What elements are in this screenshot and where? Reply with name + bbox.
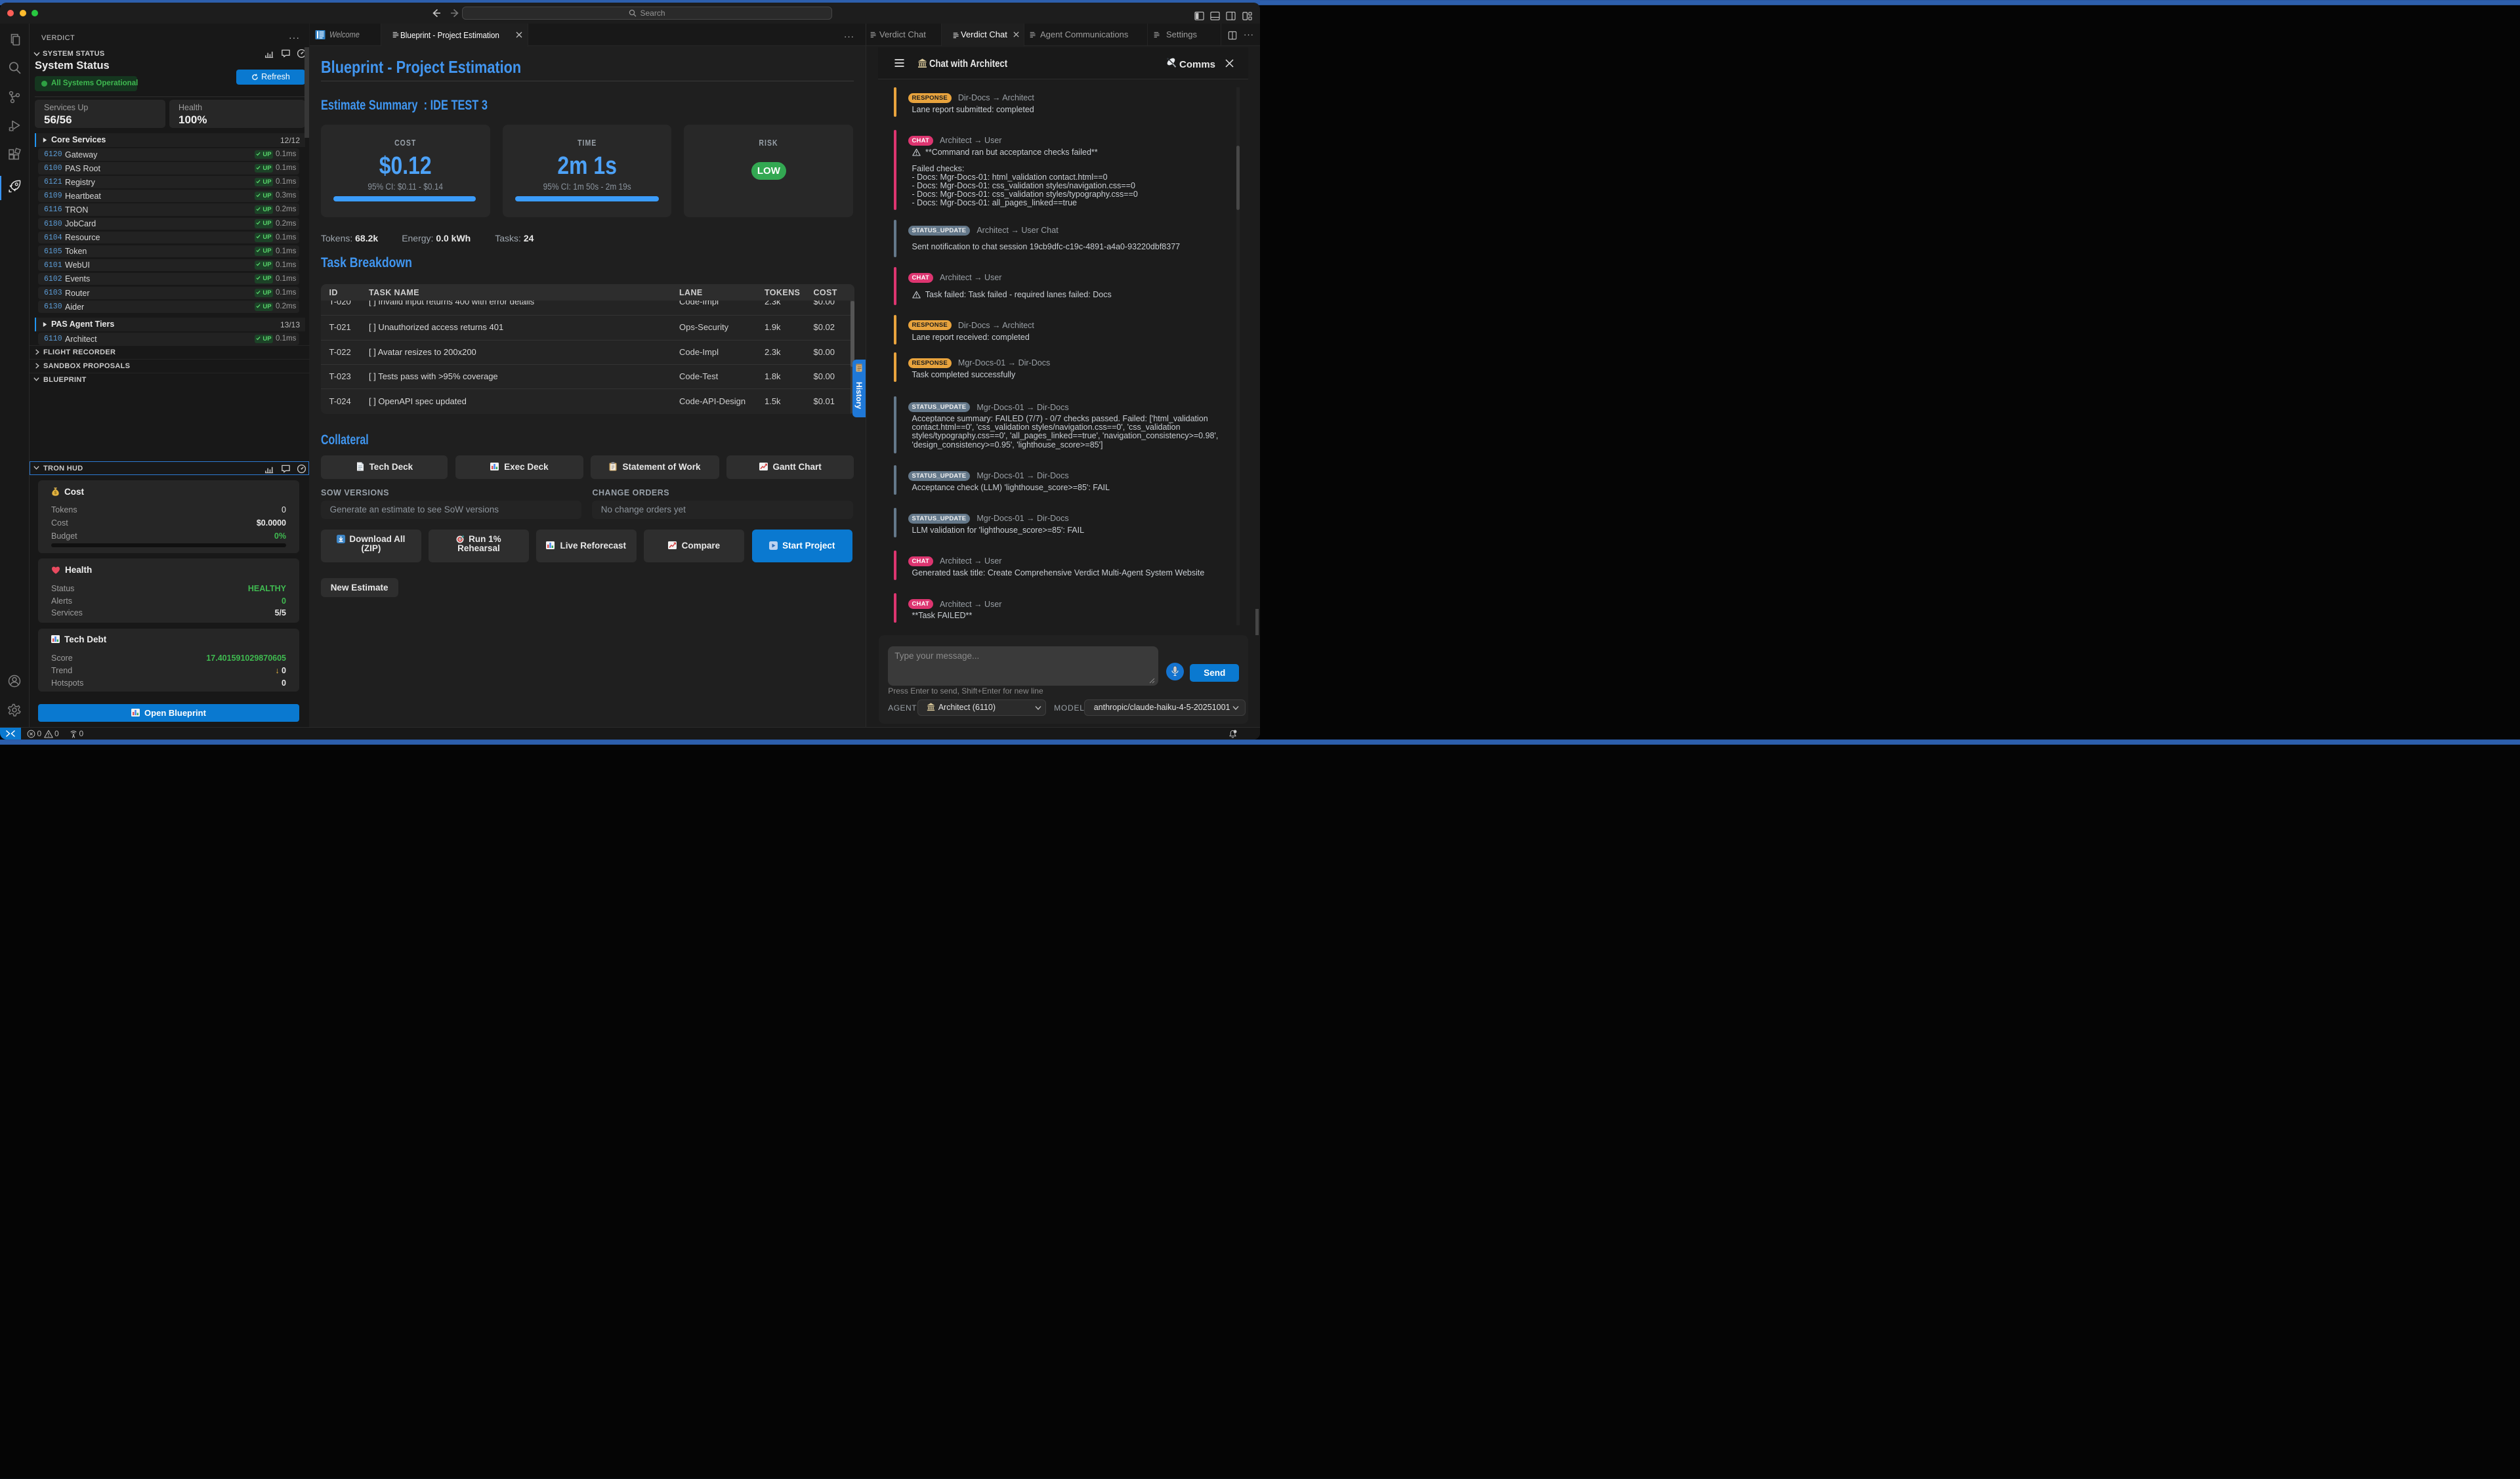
svg-text:$: $ [54, 491, 57, 495]
